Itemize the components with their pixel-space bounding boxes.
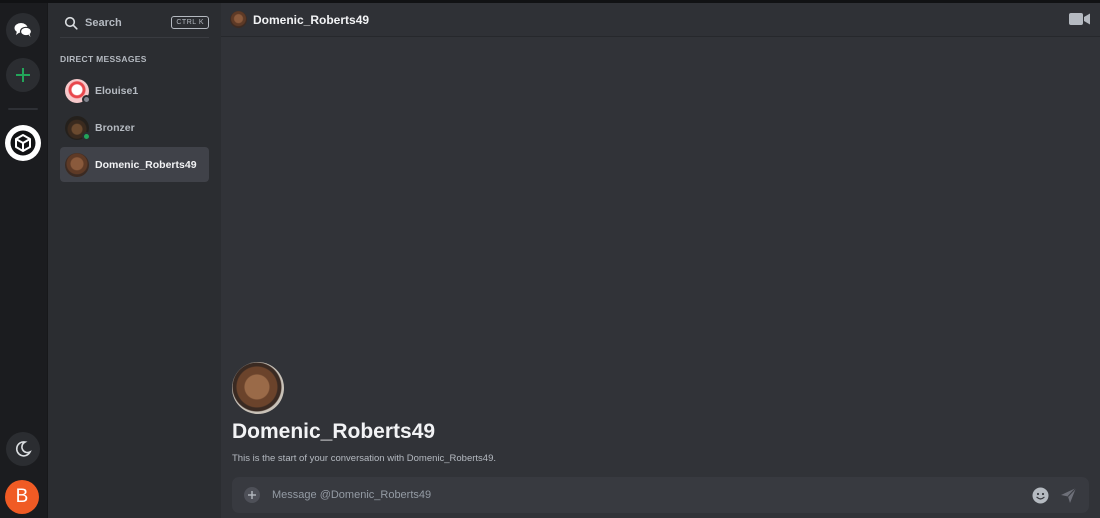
intro-subtitle: This is the start of your conversation w… [232,453,497,464]
plus-circle-icon[interactable] [244,487,260,503]
status-offline-indicator [82,94,91,104]
dm-item-bronzer[interactable]: Bronzer [60,110,209,145]
plus-icon [16,68,30,82]
avatar [232,362,284,414]
moon-icon [15,441,32,457]
chat-bubbles-icon [14,23,32,37]
dm-item-domenic-roberts49[interactable]: Domenic_Roberts49 [60,147,209,182]
search-label: Search [85,16,122,29]
rail-divider [8,108,38,110]
direct-messages-heading: DIRECT MESSAGES [60,54,147,64]
dm-item-label: Elouise1 [95,84,139,97]
direct-messages-button[interactable] [6,13,40,47]
dm-item-label: Bronzer [95,121,135,134]
theme-toggle-button[interactable] [6,432,40,466]
avatar [65,78,91,104]
cube-icon [10,130,36,156]
intro-username: Domenic_Roberts49 [232,420,436,443]
dm-item-label: Domenic_Roberts49 [95,158,197,171]
dm-sidebar: Search CTRL K DIRECT MESSAGES Elouise1 B… [48,3,221,518]
server-icon[interactable] [5,125,41,161]
status-online-indicator [82,131,91,141]
conversation-title: Domenic_Roberts49 [253,12,370,27]
server-rail: B [0,3,48,518]
emoji-icon[interactable] [1032,487,1049,504]
conversation-panel: Domenic_Roberts49 Domenic_Roberts49 This… [221,3,1100,518]
conversation-header: Domenic_Roberts49 [221,3,1100,37]
avatar [65,152,89,177]
user-avatar[interactable]: B [5,480,39,514]
message-composer [232,477,1089,513]
app-window: B Search CTRL K DIRECT MESSAGES Elouise1 [0,0,1100,518]
dm-list: Elouise1 Bronzer Domenic_Roberts49 [60,73,209,184]
dm-item-elouise1[interactable]: Elouise1 [60,73,209,108]
message-input[interactable] [272,489,1032,501]
conversation-intro: Domenic_Roberts49 This is the start of y… [232,362,496,464]
plus-icon [248,491,256,499]
video-camera-icon[interactable] [1069,12,1090,26]
search-shortcut-badge: CTRL K [171,16,209,29]
search-icon [64,16,78,30]
add-server-button[interactable] [6,58,40,92]
search-button[interactable]: Search CTRL K [60,10,209,38]
avatar [65,115,91,141]
send-icon[interactable] [1060,487,1077,504]
user-initial: B [15,486,29,507]
avatar [230,11,247,28]
